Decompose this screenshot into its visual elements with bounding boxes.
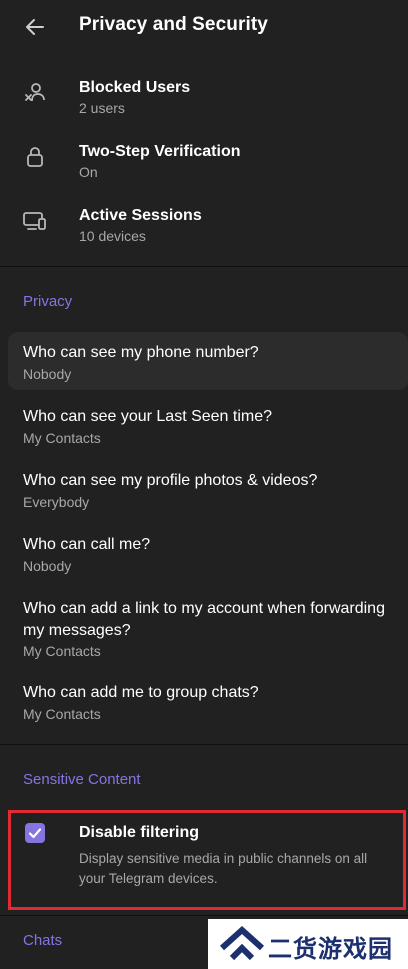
section-divider xyxy=(0,915,408,916)
sensitive-content-section-title: Sensitive Content xyxy=(23,771,141,788)
privacy-item-title: Who can see my profile photos & videos? xyxy=(23,472,318,489)
lock-icon xyxy=(22,144,48,170)
privacy-section-title: Privacy xyxy=(23,293,73,310)
active-sessions-title: Active Sessions xyxy=(79,207,202,224)
privacy-item-title: Who can add a link to my account when fo… xyxy=(23,600,385,639)
watermark-logo: 二货游戏园 xyxy=(208,919,408,969)
page-title: Privacy and Security xyxy=(79,14,268,35)
privacy-item-title: Who can add me to group chats? xyxy=(23,684,259,701)
two-step-title: Two-Step Verification xyxy=(79,143,241,160)
privacy-item-value: My Contacts xyxy=(23,706,101,722)
privacy-item-value: My Contacts xyxy=(23,430,101,446)
watermark-logo-icon xyxy=(219,925,265,961)
privacy-item-forwarding[interactable]: Who can add a link to my account when fo… xyxy=(8,588,408,668)
privacy-item-profile-photos[interactable]: Who can see my profile photos & videos? … xyxy=(8,460,408,518)
two-step-verification-row[interactable]: Two-Step Verification On xyxy=(0,136,408,192)
privacy-item-calls[interactable]: Who can call me? Nobody xyxy=(8,524,408,582)
privacy-item-title: Who can see your Last Seen time? xyxy=(23,408,273,425)
active-sessions-row[interactable]: Active Sessions 10 devices xyxy=(0,200,408,256)
section-divider xyxy=(0,744,408,745)
privacy-item-group-chats[interactable]: Who can add me to group chats? My Contac… xyxy=(8,672,408,730)
active-sessions-count: 10 devices xyxy=(79,228,146,244)
checkmark-icon xyxy=(28,828,42,839)
back-arrow-icon[interactable] xyxy=(22,14,48,40)
blocked-users-title: Blocked Users xyxy=(79,79,191,96)
privacy-item-value: Everybody xyxy=(23,494,90,510)
section-divider xyxy=(0,266,408,267)
privacy-item-title: Who can see my phone number? xyxy=(23,344,259,361)
privacy-item-phone-number[interactable]: Who can see my phone number? Nobody xyxy=(8,332,408,390)
top-bar: Privacy and Security xyxy=(0,0,408,52)
blocked-users-row[interactable]: Blocked Users 2 users xyxy=(0,72,408,128)
two-step-status: On xyxy=(79,164,98,180)
watermark-text: 二货游戏园 xyxy=(268,936,393,963)
privacy-item-value: Nobody xyxy=(23,366,72,382)
privacy-item-value: My Contacts xyxy=(23,643,101,659)
privacy-item-value: Nobody xyxy=(23,558,72,574)
disable-filtering-label[interactable]: Disable filtering xyxy=(79,824,199,842)
chats-section-title: Chats xyxy=(23,932,63,949)
disable-filtering-checkbox[interactable] xyxy=(25,823,45,843)
privacy-item-title: Who can call me? xyxy=(23,536,151,553)
blocked-users-count: 2 users xyxy=(79,100,125,116)
blocked-user-icon xyxy=(22,80,48,106)
disable-filtering-description: Display sensitive media in public channe… xyxy=(79,851,368,886)
devices-icon xyxy=(22,208,48,234)
privacy-item-last-seen[interactable]: Who can see your Last Seen time? My Cont… xyxy=(8,396,408,454)
